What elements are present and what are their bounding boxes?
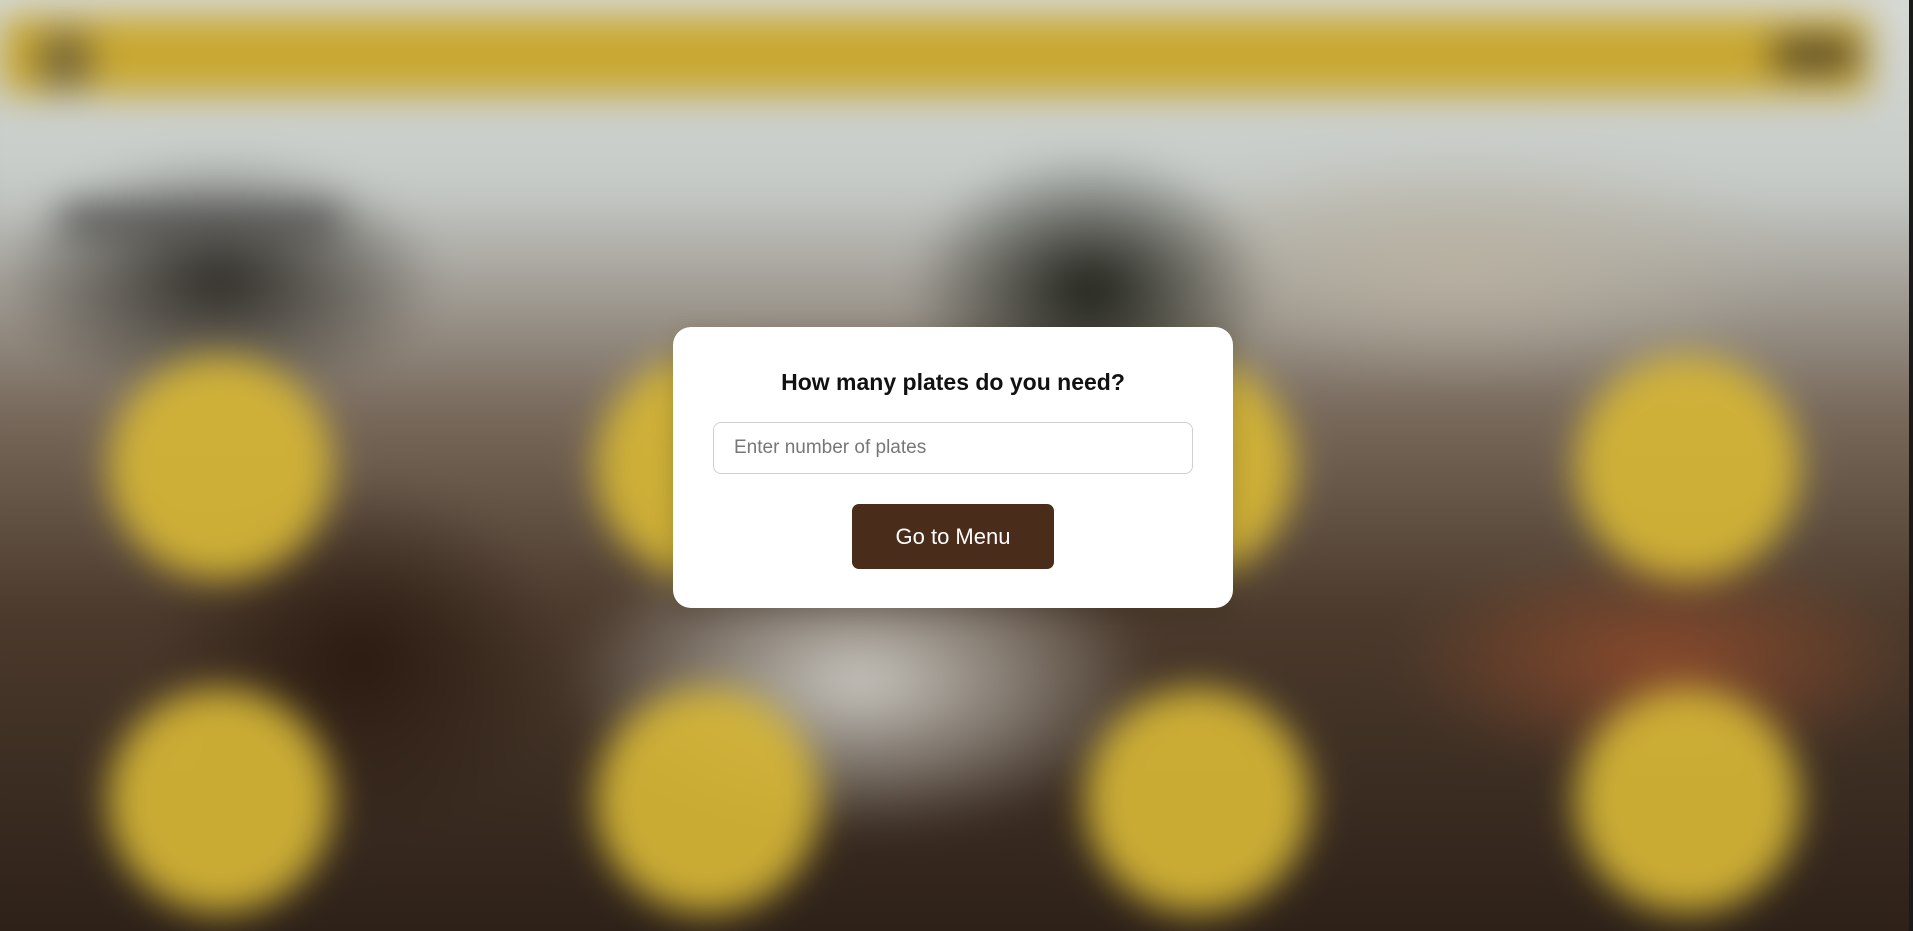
go-to-menu-button[interactable]: Go to Menu [852, 504, 1054, 569]
plates-count-input[interactable] [713, 422, 1193, 474]
background-header-bar [0, 15, 1870, 95]
page: How many plates do you need? Go to Menu [0, 0, 1913, 931]
plates-modal: How many plates do you need? Go to Menu [673, 327, 1233, 608]
background-header-button [1770, 37, 1860, 73]
background-category-circle [1575, 688, 1800, 913]
background-category-circle [108, 355, 333, 580]
modal-title: How many plates do you need? [781, 369, 1125, 395]
window-edge [1909, 0, 1913, 931]
background-heading [60, 205, 340, 231]
background-logo [35, 30, 95, 90]
background-category-circle [595, 688, 820, 913]
background-category-circle [1575, 355, 1800, 580]
background-category-circle [108, 688, 333, 913]
background-category-circle [1085, 688, 1310, 913]
